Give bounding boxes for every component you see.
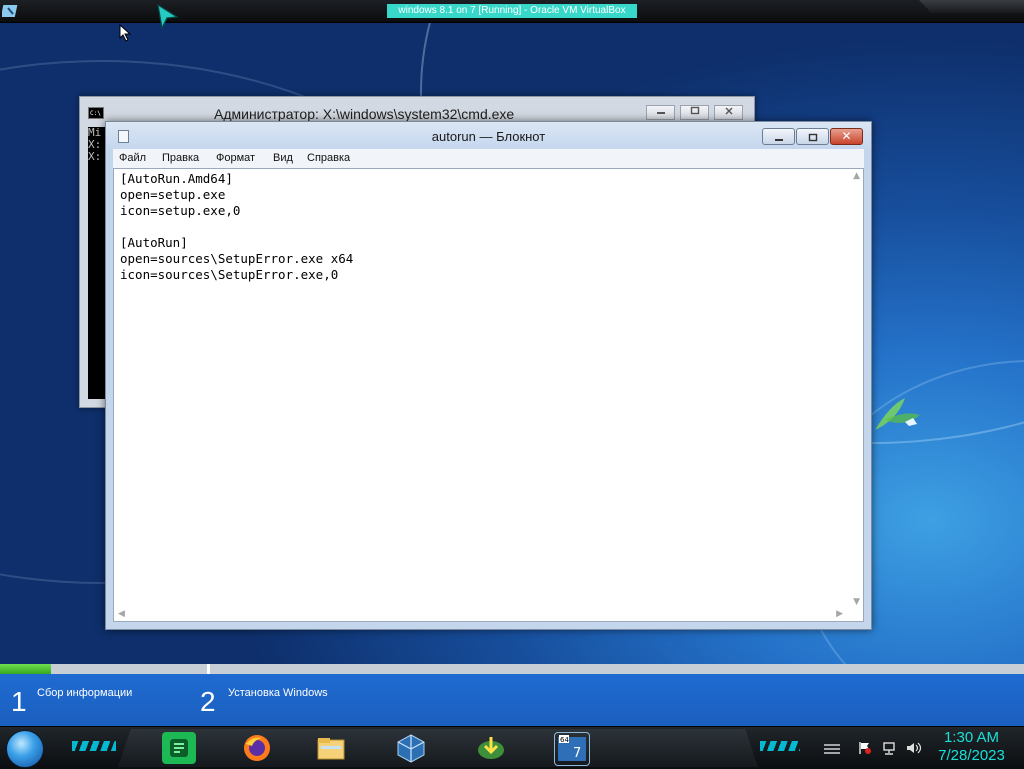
step-number: 1 — [11, 686, 27, 717]
notepad-window[interactable]: autorun — Блокнот ✕ Файл Правка Формат В… — [105, 121, 872, 630]
text-line: icon=sources\SetupError.exe,0 — [120, 267, 339, 282]
step-label: Сбор информации — [37, 687, 133, 699]
menu-help[interactable]: Справка — [307, 152, 350, 164]
close-icon — [725, 107, 732, 115]
notepad-menu-bar: Файл Правка Формат Вид Справка — [113, 149, 864, 168]
scroll-left-arrow-icon[interactable]: ◀ — [118, 609, 125, 619]
notepad-close-button[interactable]: ✕ — [830, 128, 863, 145]
cmd-close-button[interactable] — [714, 105, 743, 120]
download-manager-icon[interactable] — [474, 732, 508, 764]
text-line: icon=setup.exe,0 — [120, 203, 241, 218]
cmd-minimize-button[interactable] — [646, 105, 675, 120]
action-center-icon[interactable] — [858, 741, 872, 755]
host-bar-edge — [919, 0, 1024, 13]
volume-icon[interactable] — [906, 741, 922, 755]
firefox-icon[interactable] — [240, 732, 274, 764]
setup-steps-strip: 1 Сбор информации 2 Установка Windows — [0, 674, 1024, 726]
taskbar: 64 7 — [0, 726, 1024, 769]
virtualbox-logo-icon — [2, 5, 18, 17]
setup-progress-bar — [0, 664, 1024, 674]
cmd-window-title: Администратор: X:\windows\system32\cmd.e… — [214, 106, 515, 122]
notepad-minimize-button[interactable] — [762, 128, 795, 145]
clock-date[interactable]: 7/28/2023 — [929, 747, 1014, 764]
mouse-pointer-icon — [119, 24, 132, 42]
step-number: 2 — [200, 686, 216, 717]
svg-text:64: 64 — [560, 736, 569, 744]
notepad-window-title: autorun — Блокнот — [431, 129, 546, 144]
text-line: [AutoRun.Amd64] — [120, 171, 233, 186]
cmd-maximize-button[interactable] — [680, 105, 709, 120]
menu-file[interactable]: Файл — [119, 152, 146, 164]
text-line: open=setup.exe — [120, 187, 226, 202]
minimize-icon — [774, 139, 783, 141]
svg-text:C:\: C:\ — [90, 110, 101, 117]
clock-time[interactable]: 1:30 AM — [934, 729, 1009, 746]
taskbar-dock: 64 7 — [118, 729, 758, 767]
start-button[interactable] — [6, 730, 44, 768]
progress-step-separator — [207, 664, 210, 674]
step-label: Установка Windows — [228, 687, 328, 699]
scroll-down-arrow-icon[interactable]: ▼ — [853, 597, 860, 607]
host-title-bar: windows 8.1 on 7 [Running] - Oracle VM V… — [0, 0, 1024, 23]
notes-app-icon[interactable] — [162, 732, 196, 764]
maximize-icon — [808, 133, 817, 142]
taskbar-decoration — [72, 741, 116, 751]
maximize-icon — [690, 106, 699, 115]
minimize-icon — [656, 112, 665, 114]
notepad-maximize-button[interactable] — [796, 128, 829, 145]
cmd-icon: C:\ — [88, 107, 104, 119]
menu-edit[interactable]: Правка — [162, 152, 199, 164]
show-desktop-icon[interactable] — [824, 743, 840, 755]
svg-text:7: 7 — [573, 746, 581, 761]
text-line: open=sources\SetupError.exe x64 — [120, 251, 354, 266]
text-line: [AutoRun] — [120, 235, 188, 250]
cyan-cursor-icon — [157, 3, 179, 30]
taskbar-decoration — [760, 741, 800, 751]
notepad-title-bar[interactable]: autorun — Блокнот ✕ — [106, 122, 871, 149]
leaf-decoration — [875, 398, 920, 430]
scroll-right-arrow-icon[interactable]: ▶ — [836, 609, 843, 619]
virtualbox-icon[interactable] — [394, 732, 428, 764]
menu-view[interactable]: Вид — [273, 152, 293, 164]
scroll-up-arrow-icon[interactable]: ▲ — [853, 171, 860, 181]
close-icon: ✕ — [841, 129, 852, 143]
windows7-vm-icon[interactable]: 64 7 — [554, 732, 590, 766]
menu-format[interactable]: Формат — [216, 152, 255, 164]
notepad-text-area[interactable]: [AutoRun.Amd64] open=setup.exe icon=setu… — [113, 168, 864, 622]
setup-progress-fill — [0, 664, 52, 674]
explorer-icon[interactable] — [314, 732, 348, 764]
host-window-title: windows 8.1 on 7 [Running] - Oracle VM V… — [387, 4, 637, 18]
network-icon[interactable] — [882, 741, 896, 755]
